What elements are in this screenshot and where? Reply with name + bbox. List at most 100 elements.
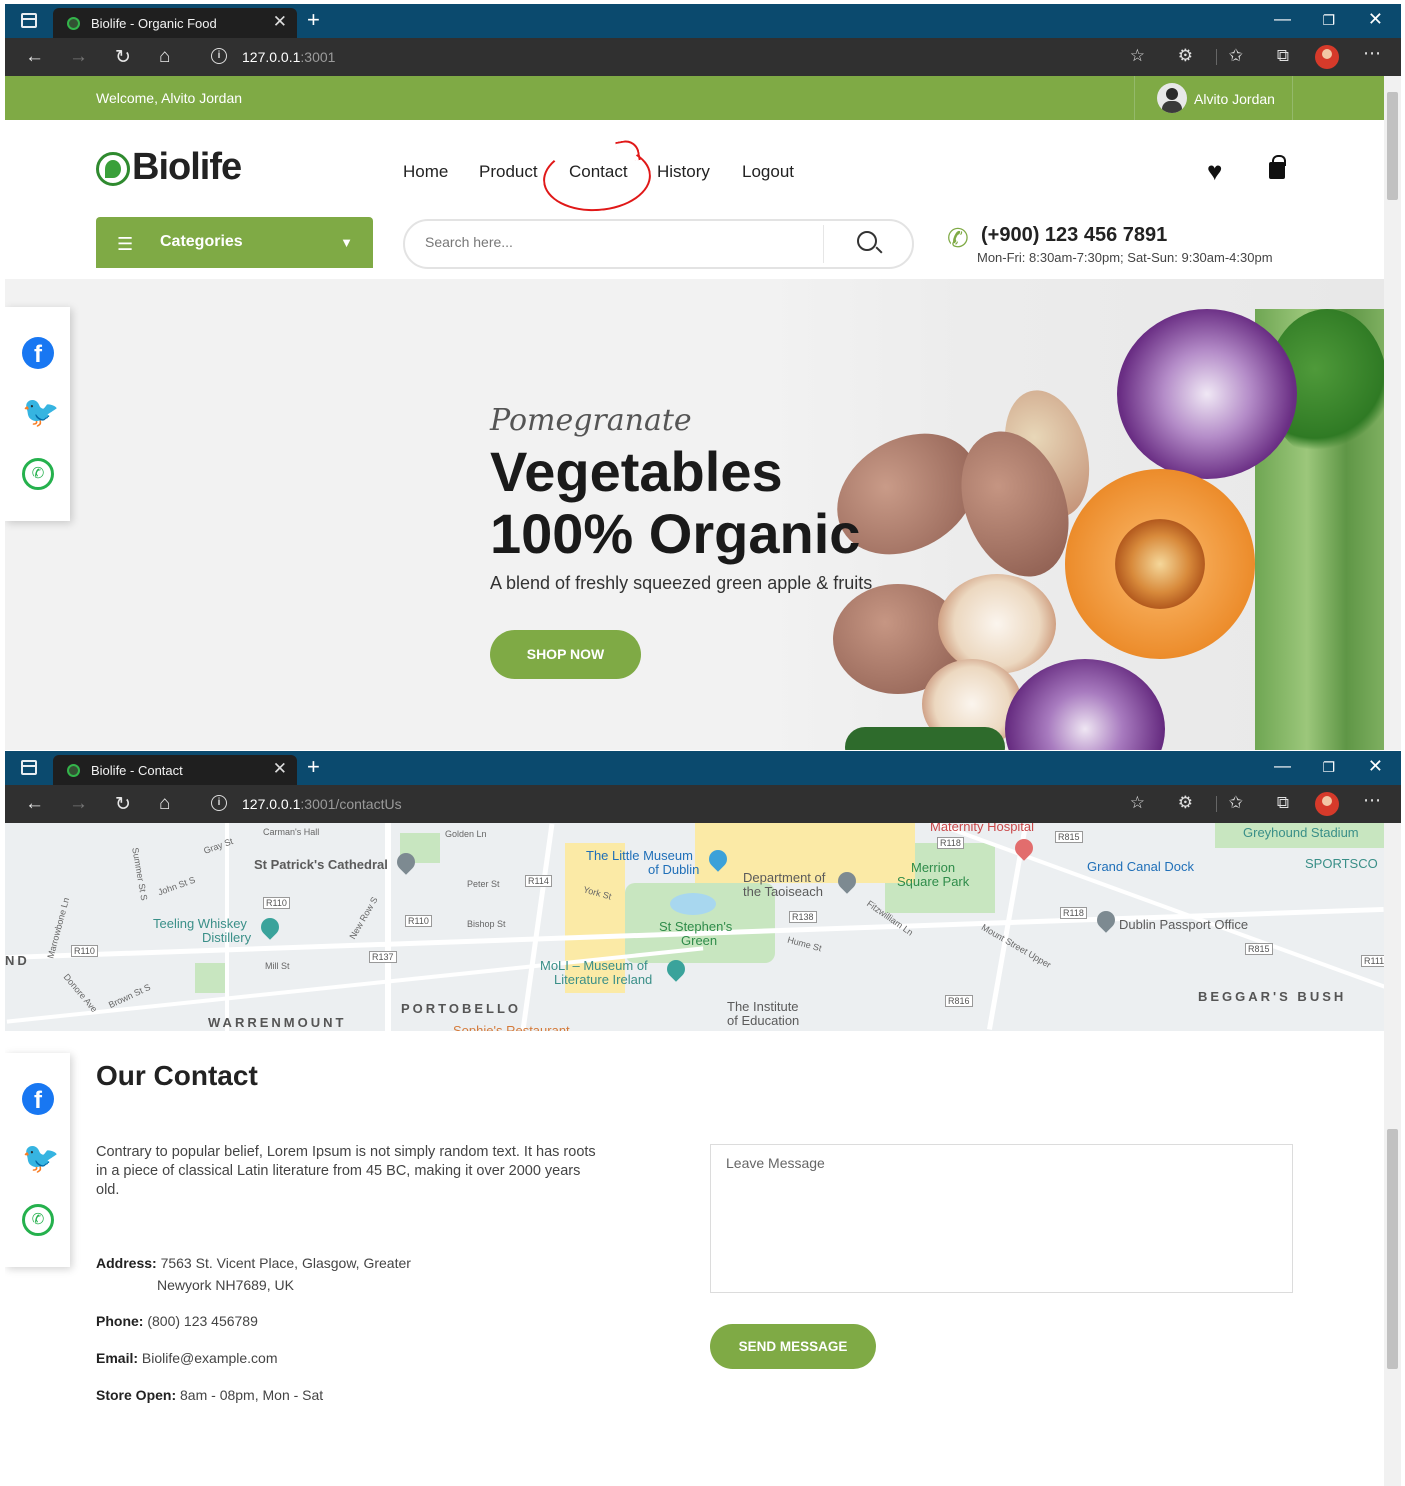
user-menu[interactable]: Alvito Jordan xyxy=(1134,76,1293,120)
map-label: Maternity Hospital xyxy=(930,823,1035,834)
more-options-icon[interactable]: ⋯ xyxy=(1363,43,1381,64)
page-home: Welcome, Alvito Jordan Alvito Jordan Bio… xyxy=(5,76,1384,750)
close-window-icon[interactable]: ✕ xyxy=(1368,9,1383,30)
address-bar: ← → ↻ ⌂ i 127.0.0.1:3001/contactUs ☆ ⚙ ✩… xyxy=(5,785,1401,823)
map-label: SPORTSCO xyxy=(1305,856,1378,871)
nav-history[interactable]: History xyxy=(657,162,710,182)
wishlist-heart-icon[interactable]: ♥ xyxy=(1207,156,1222,187)
twitter-icon[interactable]: 🐦 xyxy=(22,397,59,429)
road-shield: R114 xyxy=(525,875,552,887)
browser-window-home: Biolife - Organic Food ✕ + — ❐ ✕ ← → ↻ ⌂… xyxy=(5,4,1401,750)
shop-now-button[interactable]: SHOP NOW xyxy=(490,630,641,679)
forward-icon[interactable]: → xyxy=(69,793,88,815)
phone-number: (+900) 123 456 7891 xyxy=(981,224,1168,246)
pumpkin-seeds-image xyxy=(1115,519,1205,609)
road-shield: R816 xyxy=(945,995,973,1007)
nav-logout[interactable]: Logout xyxy=(742,162,794,182)
categories-button[interactable]: ☰ Categories ▼ xyxy=(96,217,373,268)
scrollbar-thumb[interactable] xyxy=(1387,1129,1398,1369)
map-label: John St S xyxy=(156,874,197,898)
map-label: Mount Street Upper xyxy=(979,922,1053,970)
extensions-icon[interactable]: ⚙ xyxy=(1178,46,1193,66)
back-icon[interactable]: ← xyxy=(25,793,44,815)
url-path: :3001/contactUs xyxy=(300,796,402,812)
scrollbar[interactable] xyxy=(1384,823,1401,1486)
more-options-icon[interactable]: ⋯ xyxy=(1363,790,1381,811)
map-label: BEGGAR'S BUSH xyxy=(1198,989,1347,1004)
minimize-icon[interactable]: — xyxy=(1274,9,1291,29)
favorites-icon[interactable]: ✩ xyxy=(1229,793,1243,813)
collections-icon[interactable]: ⧉ xyxy=(1277,46,1289,66)
collections-icon[interactable]: ⧉ xyxy=(1277,793,1289,813)
profile-avatar[interactable] xyxy=(1315,792,1339,816)
map-label: Department of xyxy=(743,870,826,885)
contact-title: Our Contact xyxy=(96,1060,258,1091)
distillery-pin-icon[interactable] xyxy=(257,914,283,940)
nav-home[interactable]: Home xyxy=(403,162,448,182)
map-label: Marrowbone Ln xyxy=(45,896,72,960)
add-favorite-icon[interactable]: ☆ xyxy=(1130,793,1145,813)
whatsapp-icon[interactable]: ✆ xyxy=(22,1204,54,1236)
close-window-icon[interactable]: ✕ xyxy=(1368,756,1383,777)
hero-title-line2: 100% Organic xyxy=(490,502,861,565)
tab-close-icon[interactable]: ✕ xyxy=(273,12,287,32)
phone-value: (800) 123 456789 xyxy=(147,1313,258,1329)
profile-avatar[interactable] xyxy=(1315,45,1339,69)
onion-image xyxy=(938,574,1056,674)
browser-tab[interactable]: Biolife - Organic Food ✕ xyxy=(53,8,297,38)
map-pond xyxy=(670,893,716,915)
minimize-icon[interactable]: — xyxy=(1274,756,1291,776)
search-icon[interactable] xyxy=(857,231,877,251)
passport-office-pin-icon[interactable] xyxy=(1093,907,1119,933)
nav-product[interactable]: Product xyxy=(479,162,538,182)
search-input[interactable] xyxy=(425,234,805,250)
tab-close-icon[interactable]: ✕ xyxy=(273,759,287,779)
extensions-icon[interactable]: ⚙ xyxy=(1178,793,1193,813)
url-field[interactable]: 127.0.0.1:3001 xyxy=(242,49,335,65)
browser-tab[interactable]: Biolife - Contact ✕ xyxy=(53,755,297,785)
facebook-icon[interactable]: f xyxy=(22,1083,54,1115)
scrollbar-thumb[interactable] xyxy=(1387,92,1398,200)
map-label: Square Park xyxy=(897,874,970,889)
twitter-icon[interactable]: 🐦 xyxy=(22,1143,59,1175)
home-icon[interactable]: ⌂ xyxy=(159,46,170,68)
send-message-button[interactable]: SEND MESSAGE xyxy=(710,1324,876,1369)
back-icon[interactable]: ← xyxy=(25,46,44,68)
facebook-icon[interactable]: f xyxy=(22,337,54,369)
site-info-icon[interactable]: i xyxy=(211,795,227,811)
favorites-icon[interactable]: ✩ xyxy=(1229,46,1243,66)
reload-icon[interactable]: ↻ xyxy=(115,46,131,69)
email-value: Biolife@example.com xyxy=(141,1350,278,1366)
map-label: Green xyxy=(681,933,718,948)
forward-icon[interactable]: → xyxy=(69,46,88,68)
scrollbar[interactable] xyxy=(1384,76,1401,750)
map-label: Bishop St xyxy=(467,919,506,929)
window-menu-icon[interactable] xyxy=(21,13,37,28)
social-sidebar: f 🐦 ✆ xyxy=(5,1053,70,1267)
home-icon[interactable]: ⌂ xyxy=(159,793,170,815)
store-value: 8am - 08pm, Mon - Sat xyxy=(180,1387,324,1403)
reload-icon[interactable]: ↻ xyxy=(115,793,131,816)
map-label: Merrion xyxy=(911,860,956,875)
whatsapp-icon[interactable]: ✆ xyxy=(22,458,54,490)
map-embed[interactable]: Carman's Hall Golden Ln Maternity Hospit… xyxy=(5,823,1384,1031)
window-menu-icon[interactable] xyxy=(21,760,37,775)
add-favorite-icon[interactable]: ☆ xyxy=(1130,46,1145,66)
phone-icon: ✆ xyxy=(947,223,969,253)
road-shield: R111 xyxy=(1361,955,1384,967)
shopping-bag-icon[interactable] xyxy=(1269,155,1286,179)
road-shield: R110 xyxy=(71,945,98,957)
url-field[interactable]: 127.0.0.1:3001/contactUs xyxy=(242,796,402,812)
phone-label: Phone: xyxy=(96,1313,144,1329)
site-info-icon[interactable]: i xyxy=(211,48,227,64)
restore-icon[interactable]: ❐ xyxy=(1322,12,1335,29)
map-label: New Row S xyxy=(347,895,380,941)
map-label: Distillery xyxy=(202,930,252,945)
restore-icon[interactable]: ❐ xyxy=(1322,759,1335,776)
new-tab-icon[interactable]: + xyxy=(307,7,320,33)
message-textarea[interactable] xyxy=(710,1144,1293,1293)
map-label: Golden Ln xyxy=(445,829,487,839)
top-bar: Welcome, Alvito Jordan Alvito Jordan xyxy=(5,76,1384,120)
map-label: WARRENMOUNT xyxy=(208,1015,347,1030)
new-tab-icon[interactable]: + xyxy=(307,754,320,780)
